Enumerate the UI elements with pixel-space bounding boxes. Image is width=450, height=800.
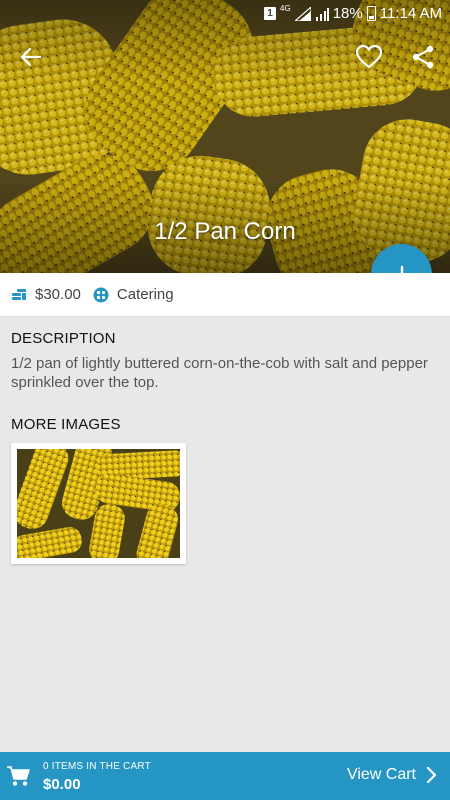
cart-total: $0.00 [43, 776, 81, 793]
signal-2-icon [315, 7, 329, 21]
favorite-button[interactable] [349, 37, 389, 77]
category-icon [93, 287, 109, 302]
chevron-right-icon [426, 767, 436, 783]
coins-icon [12, 288, 26, 300]
cart-summary-bar[interactable]: 0 ITEMS IN THE CART $0.00 View Cart [0, 752, 450, 800]
product-hero-image: 1 4G 18% 11:14 AM 1/2 Pan Corn [0, 0, 450, 273]
back-button[interactable] [11, 37, 51, 77]
product-info-bar: $30.00 Catering [0, 273, 450, 317]
status-time: 11:14 AM [379, 5, 442, 22]
shopping-cart-icon [7, 766, 30, 786]
more-images-heading: MORE IMAGES [11, 416, 121, 433]
view-cart-button[interactable]: View Cart [347, 766, 436, 784]
share-button[interactable] [403, 37, 443, 77]
arrow-left-icon [21, 48, 41, 66]
signal-icon [294, 6, 311, 21]
product-title: 1/2 Pan Corn [154, 218, 296, 245]
description-heading: DESCRIPTION [11, 330, 116, 347]
corn-thumbnail-image [17, 449, 180, 558]
more-image-thumbnail[interactable] [11, 443, 186, 564]
sim-icon: 1 [264, 7, 277, 20]
category-info: Catering [93, 286, 174, 303]
price-info: $30.00 [11, 286, 81, 303]
status-bar: 1 4G 18% 11:14 AM [0, 0, 450, 28]
description-text: 1/2 pan of lightly buttered corn-on-the-… [11, 355, 428, 391]
share-icon [412, 45, 434, 69]
cart-item-count: 0 ITEMS IN THE CART [43, 761, 151, 772]
battery-percent: 18% [332, 5, 363, 22]
battery-icon [366, 6, 376, 21]
network-type-label: 4G [280, 4, 291, 13]
view-cart-label: View Cart [346, 766, 416, 783]
product-category: Catering [116, 286, 174, 303]
product-price: $30.00 [35, 286, 81, 303]
heart-outline-icon [356, 45, 382, 69]
